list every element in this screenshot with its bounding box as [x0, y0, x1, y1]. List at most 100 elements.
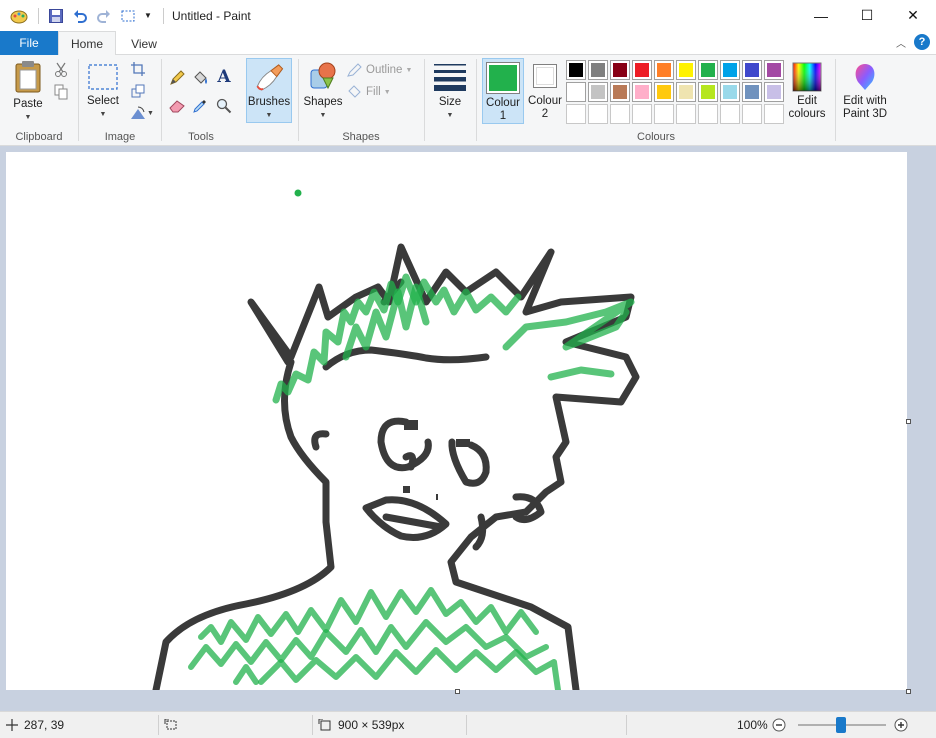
maximize-button[interactable]: ☐ — [844, 0, 890, 31]
shapes-dropdown-arrow-icon[interactable]: ▼ — [320, 109, 327, 122]
paint-app-icon[interactable] — [8, 5, 30, 27]
image-group: Select ▼ ▼ Image — [79, 55, 161, 146]
customize-toolbar-chevron-icon[interactable]: ▼ — [141, 5, 155, 27]
select-label: Select — [87, 95, 119, 107]
tab-home[interactable]: Home — [58, 31, 116, 56]
drawing-canvas[interactable] — [6, 152, 907, 694]
zoom-in-icon — [894, 718, 908, 732]
canvas-resize-handle-corner[interactable] — [906, 689, 911, 694]
size-dropdown-arrow-icon[interactable]: ▼ — [447, 109, 454, 122]
edit-with-paint3d-button[interactable]: Edit with Paint 3D — [838, 62, 892, 121]
color-picker-icon[interactable] — [191, 97, 209, 115]
shapes-group: Shapes ▼ Outline ▼ Fill ▼ Shapes — [299, 55, 423, 146]
zoom-out-icon — [772, 718, 786, 732]
zoom-out-button[interactable] — [772, 712, 786, 738]
status-bar: 287, 39 900 × 539px 100% — [0, 711, 936, 738]
colours-group: Colours — [478, 55, 834, 146]
redo-icon[interactable] — [93, 5, 115, 27]
tab-view[interactable]: View — [120, 31, 168, 56]
zoom-level: 100% — [737, 712, 768, 738]
cursor-position-value: 287, 39 — [24, 718, 65, 732]
window-controls: — ☐ ✕ — [798, 0, 936, 31]
status-separator — [158, 715, 159, 735]
status-separator — [312, 715, 313, 735]
paste-label: Paste — [13, 98, 43, 110]
cursor-crosshair-icon — [6, 719, 18, 731]
workspace — [0, 146, 936, 711]
resize-icon[interactable] — [129, 82, 147, 100]
paste-dropdown-arrow-icon[interactable]: ▼ — [25, 111, 32, 124]
zoom-in-button[interactable] — [894, 712, 908, 738]
tools-group: A Tools — [162, 55, 240, 146]
canvas-drawing — [152, 189, 640, 694]
cursor-position: 287, 39 — [6, 712, 64, 738]
paste-icon — [15, 61, 41, 93]
copy-icon[interactable] — [52, 83, 70, 101]
paste-button[interactable]: Paste ▼ — [8, 60, 48, 124]
select-rect-icon — [88, 64, 118, 90]
image-size-value: 900 × 539px — [338, 718, 405, 732]
ribbon: Paste ▼ Clipboard Select ▼ ▼ Image A Too… — [0, 55, 936, 146]
image-size: 900 × 539px — [318, 712, 404, 738]
crop-icon[interactable] — [129, 60, 147, 78]
minimize-button[interactable]: — — [798, 0, 844, 31]
shapes-icon — [310, 62, 336, 90]
size-button[interactable]: Size ▼ — [429, 62, 471, 122]
line-size-icon — [434, 64, 466, 91]
selection-size-icon — [164, 719, 177, 730]
shapes-group-label: Shapes — [342, 131, 380, 143]
image-group-label: Image — [104, 131, 136, 143]
select-button[interactable]: Select ▼ — [85, 63, 121, 121]
canvas-resize-handle-right[interactable] — [906, 419, 911, 424]
close-button[interactable]: ✕ — [890, 0, 936, 31]
outline-pen-icon — [347, 63, 362, 77]
status-separator — [626, 715, 627, 735]
toolbar-separator — [163, 7, 164, 24]
undo-icon[interactable] — [69, 5, 91, 27]
tab-file[interactable]: File — [0, 31, 58, 55]
edit-with-paint3d-label: Edit with Paint 3D — [842, 95, 888, 120]
fill-label: Fill — [366, 86, 381, 98]
save-icon[interactable] — [45, 5, 67, 27]
title-bar: ▼ Untitled - Paint — ☐ ✕ — [0, 0, 936, 31]
paint3d-icon — [855, 64, 875, 90]
toolbar-separator — [38, 7, 39, 24]
group-separator — [835, 59, 836, 141]
fill-bucket-icon[interactable] — [191, 69, 209, 87]
select-rect-icon[interactable] — [117, 5, 139, 27]
canvas-resize-handle-bottom[interactable] — [455, 689, 460, 694]
tools-group-label: Tools — [188, 131, 214, 143]
window-title: Untitled - Paint — [172, 8, 251, 23]
eraser-icon[interactable] — [168, 97, 186, 115]
green-dot — [294, 189, 302, 197]
brush-icon — [256, 64, 284, 91]
group-separator — [476, 59, 477, 141]
brushes-label: Brushes — [247, 96, 291, 108]
pencil-icon[interactable] — [168, 69, 186, 87]
clipboard-group-label: Clipboard — [15, 131, 63, 143]
image-size-icon — [318, 719, 331, 731]
rotate-icon[interactable]: ▼ — [129, 104, 155, 122]
outline-label: Outline — [366, 64, 403, 76]
help-icon[interactable]: ? — [914, 34, 930, 50]
cut-icon[interactable] — [52, 61, 70, 79]
size-label: Size — [438, 96, 462, 108]
group-separator — [424, 59, 425, 141]
fill-button[interactable]: Fill ▼ — [347, 85, 391, 99]
green-hair-strokes — [272, 273, 635, 404]
selection-size — [164, 712, 178, 738]
clipboard-group: Paste ▼ Clipboard — [0, 55, 78, 146]
select-dropdown-arrow-icon[interactable]: ▼ — [100, 108, 107, 121]
collapse-ribbon-chevron-icon[interactable]: ︿ — [896, 35, 906, 50]
outline-button[interactable]: Outline ▼ — [347, 63, 412, 77]
magnifier-icon[interactable] — [215, 97, 233, 115]
shapes-button[interactable]: Shapes ▼ — [303, 60, 343, 122]
quick-access-toolbar: ▼ Untitled - Paint — [0, 0, 251, 31]
brushes-button[interactable]: Brushes ▼ — [246, 58, 292, 123]
zoom-slider-thumb[interactable] — [836, 717, 846, 733]
ribbon-tabs-right: ︿ ? — [896, 34, 930, 50]
colours-group-label: Colours — [637, 131, 675, 143]
zoom-level-value: 100% — [737, 718, 768, 732]
text-tool-icon[interactable]: A — [215, 67, 233, 87]
brushes-dropdown-arrow-icon[interactable]: ▼ — [266, 109, 273, 122]
